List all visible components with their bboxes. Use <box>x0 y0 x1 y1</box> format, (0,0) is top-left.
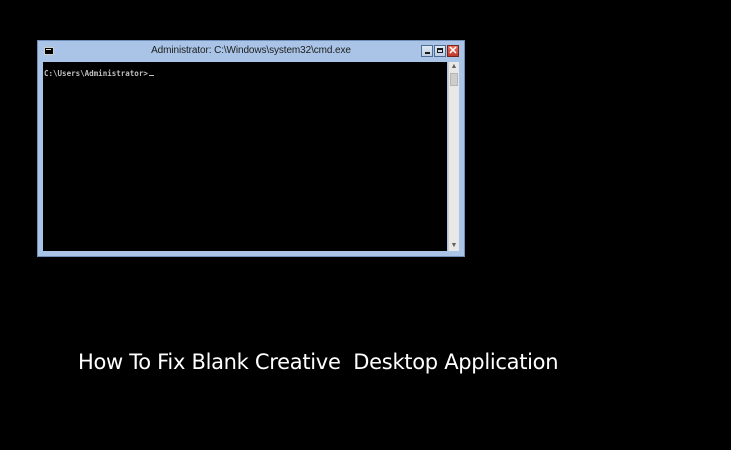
minimize-button[interactable] <box>421 45 433 57</box>
text-cursor <box>148 75 154 76</box>
maximize-button[interactable] <box>434 45 446 57</box>
console-output[interactable]: C:\Users\Administrator> <box>43 62 447 251</box>
cmd-window[interactable]: Administrator: C:\Windows\system32\cmd.e… <box>37 40 465 257</box>
window-titlebar[interactable]: Administrator: C:\Windows\system32\cmd.e… <box>38 41 464 62</box>
vertical-scrollbar[interactable]: ▲ ▼ <box>448 62 459 251</box>
close-button[interactable]: ✕ <box>447 45 459 57</box>
minimize-icon <box>425 52 430 54</box>
command-prompt-line[interactable]: C:\Users\Administrator> <box>44 69 154 78</box>
scrollbar-thumb[interactable] <box>450 73 458 86</box>
prompt-text: C:\Users\Administrator> <box>44 69 148 78</box>
window-title: Administrator: C:\Windows\system32\cmd.e… <box>151 45 351 56</box>
maximize-icon <box>437 48 443 53</box>
close-icon: ✕ <box>448 45 458 57</box>
page-caption: How To Fix Blank Creative Desktop Applic… <box>78 350 559 374</box>
scroll-up-arrow-icon[interactable]: ▲ <box>449 62 459 72</box>
scroll-down-arrow-icon[interactable]: ▼ <box>449 241 459 251</box>
